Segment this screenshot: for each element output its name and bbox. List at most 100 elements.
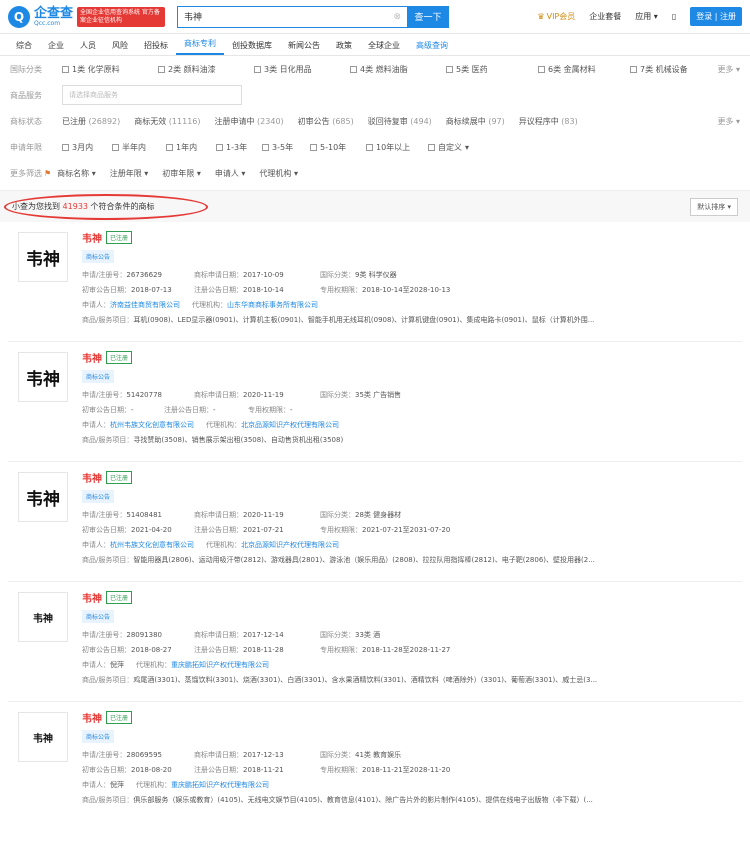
- checkbox[interactable]: [428, 143, 435, 151]
- checkbox[interactable]: [630, 65, 637, 73]
- search-button[interactable]: 查一下: [407, 5, 450, 28]
- status-option[interactable]: 驳回待复审 (494): [368, 116, 432, 127]
- notice-tag[interactable]: 商标公告: [82, 250, 115, 263]
- result-card[interactable]: 韦神 韦神 已注册 商标公告 申请/注册号：51420778 商标申请日期：2020…: [8, 342, 742, 462]
- status-option[interactable]: 注册申请中 (2340): [215, 116, 284, 127]
- more-classes-button[interactable]: 更多 ▾: [717, 64, 740, 75]
- trademark-image[interactable]: 韦神: [18, 352, 68, 402]
- checkbox[interactable]: [310, 143, 317, 151]
- checkbox[interactable]: [62, 65, 69, 73]
- checkbox[interactable]: [216, 143, 223, 151]
- trademark-name[interactable]: 韦神: [82, 230, 102, 245]
- result-card[interactable]: 韦神 韦神 已注册 商标公告 申请/注册号：28091380 商标申请日期：2017…: [8, 582, 742, 702]
- year-option[interactable]: 3-5年: [262, 142, 310, 153]
- status-option[interactable]: 已注册 (26892): [62, 116, 120, 127]
- class-option[interactable]: 2类 颜料油漆: [158, 64, 254, 75]
- checkbox[interactable]: [166, 143, 173, 151]
- sort-dropdown[interactable]: 默认排序 ▾: [690, 197, 738, 216]
- tab-news[interactable]: 新闻公告: [280, 40, 328, 55]
- official-badge: 全国企业信用查询系统 官方备案企业征信机构: [77, 6, 166, 27]
- login-button[interactable]: 登录 | 注册: [690, 7, 742, 26]
- checkbox[interactable]: [446, 65, 453, 73]
- search-input[interactable]: 韦神 ⊗: [177, 5, 408, 28]
- tab-policy[interactable]: 政策: [328, 40, 360, 55]
- notice-tag[interactable]: 商标公告: [82, 610, 115, 623]
- tab-advanced[interactable]: 高级查询: [408, 40, 456, 55]
- top-right-menu: ♛ VIP会员 企业套餐 应用 ▾ ▯ 登录 | 注册: [537, 7, 742, 26]
- class-option[interactable]: 3类 日化用品: [254, 64, 350, 75]
- year-option[interactable]: 半年内: [112, 142, 166, 153]
- status-option[interactable]: 商标续展中 (97): [446, 116, 505, 127]
- search-value: 韦神: [184, 13, 203, 23]
- class-option[interactable]: 7类 机械设备: [630, 64, 710, 75]
- year-option[interactable]: 1年内: [166, 142, 216, 153]
- trademark-image[interactable]: 韦神: [18, 232, 68, 282]
- checkbox[interactable]: [366, 143, 373, 151]
- apps-menu[interactable]: 应用 ▾: [635, 11, 658, 22]
- dropdown-prelim-years[interactable]: 初审年限 ▾: [162, 168, 201, 179]
- tab-all[interactable]: 综合: [8, 40, 40, 55]
- applicant-link[interactable]: 济南益佳商贸有限公司: [110, 300, 180, 310]
- field-label: 注册公告日期：: [194, 765, 243, 774]
- trademark-name[interactable]: 韦神: [82, 710, 102, 725]
- tab-risk[interactable]: 风险: [104, 40, 136, 55]
- clear-icon[interactable]: ⊗: [393, 12, 401, 22]
- checkbox[interactable]: [62, 143, 69, 151]
- option-label: 4类 燃料油脂: [360, 64, 408, 74]
- status-option[interactable]: 异议程序中 (83): [519, 116, 578, 127]
- result-card[interactable]: 韦神 韦神 已注册 商标公告 申请/注册号：26736629 商标申请日期：2017…: [8, 222, 742, 342]
- class-option[interactable]: 1类 化学原料: [62, 64, 158, 75]
- trademark-name[interactable]: 韦神: [82, 350, 102, 365]
- tab-company[interactable]: 企业: [40, 40, 72, 55]
- tab-bidding[interactable]: 招投标: [136, 40, 176, 55]
- dropdown-reg-years[interactable]: 注册年限 ▾: [110, 168, 149, 179]
- class-option[interactable]: 4类 燃料油脂: [350, 64, 446, 75]
- checkbox[interactable]: [262, 143, 269, 151]
- phone-icon[interactable]: ▯: [672, 12, 676, 21]
- dropdown-trademark-name[interactable]: 商标名称 ▾: [57, 168, 96, 179]
- checkbox[interactable]: [254, 65, 261, 73]
- agent-link[interactable]: 山东华商商标事务所有限公司: [227, 300, 318, 310]
- class-option[interactable]: 5类 医药: [446, 64, 538, 75]
- notice-tag[interactable]: 商标公告: [82, 730, 115, 743]
- notice-tag[interactable]: 商标公告: [82, 370, 115, 383]
- status-option[interactable]: 初审公告 (685): [298, 116, 354, 127]
- trademark-name[interactable]: 韦神: [82, 590, 102, 605]
- tab-person[interactable]: 人员: [72, 40, 104, 55]
- notice-tag[interactable]: 商标公告: [82, 490, 115, 503]
- dropdown-applicant[interactable]: 申请人 ▾: [215, 168, 246, 179]
- dropdown-agent[interactable]: 代理机构 ▾: [259, 168, 298, 179]
- checkbox[interactable]: [538, 65, 545, 73]
- trademark-image[interactable]: 韦神: [18, 472, 68, 522]
- agent-link[interactable]: 重庆鹏拓知识产权代理有限公司: [171, 780, 269, 790]
- vip-link[interactable]: ♛ VIP会员: [537, 11, 575, 22]
- year-option-custom[interactable]: 自定义 ▾: [428, 142, 469, 153]
- agent-link[interactable]: 北京品源知识产权代理有限公司: [241, 420, 339, 430]
- agent-link[interactable]: 北京品源知识产权代理有限公司: [241, 540, 339, 550]
- logo[interactable]: Q 企查查 Qcc.com: [8, 5, 73, 28]
- applicant-link[interactable]: 杭州韦族文化创意有限公司: [110, 540, 194, 550]
- service-input[interactable]: 请选择商品服务: [62, 85, 242, 105]
- tab-trademark[interactable]: 商标专利: [176, 38, 224, 55]
- trademark-name[interactable]: 韦神: [82, 470, 102, 485]
- year-option[interactable]: 10年以上: [366, 142, 428, 153]
- more-status-button[interactable]: 更多 ▾: [717, 116, 740, 127]
- agent-link[interactable]: 重庆鹏拓知识产权代理有限公司: [171, 660, 269, 670]
- result-card[interactable]: 韦神 韦神 已注册 商标公告 申请/注册号：51408481 商标申请日期：2020…: [8, 462, 742, 582]
- applicant-link[interactable]: 杭州韦族文化创意有限公司: [110, 420, 194, 430]
- tab-global[interactable]: 全球企业: [360, 40, 408, 55]
- status-option[interactable]: 商标无效 (11116): [134, 116, 200, 127]
- enterprise-link[interactable]: 企业套餐: [589, 11, 621, 22]
- checkbox[interactable]: [112, 143, 119, 151]
- tab-venture[interactable]: 创投数据库: [224, 40, 280, 55]
- trademark-image[interactable]: 韦神: [18, 712, 68, 762]
- exclusive-period: 2021-07-21至2031-07-20: [362, 525, 451, 534]
- result-card[interactable]: 韦神 韦神 已注册 商标公告 申请/注册号：28069595 商标申请日期：2017…: [8, 702, 742, 822]
- year-option[interactable]: 3月内: [62, 142, 112, 153]
- class-option[interactable]: 6类 金属材料: [538, 64, 630, 75]
- checkbox[interactable]: [158, 65, 165, 73]
- year-option[interactable]: 1-3年: [216, 142, 262, 153]
- year-option[interactable]: 5-10年: [310, 142, 366, 153]
- trademark-image[interactable]: 韦神: [18, 592, 68, 642]
- checkbox[interactable]: [350, 65, 357, 73]
